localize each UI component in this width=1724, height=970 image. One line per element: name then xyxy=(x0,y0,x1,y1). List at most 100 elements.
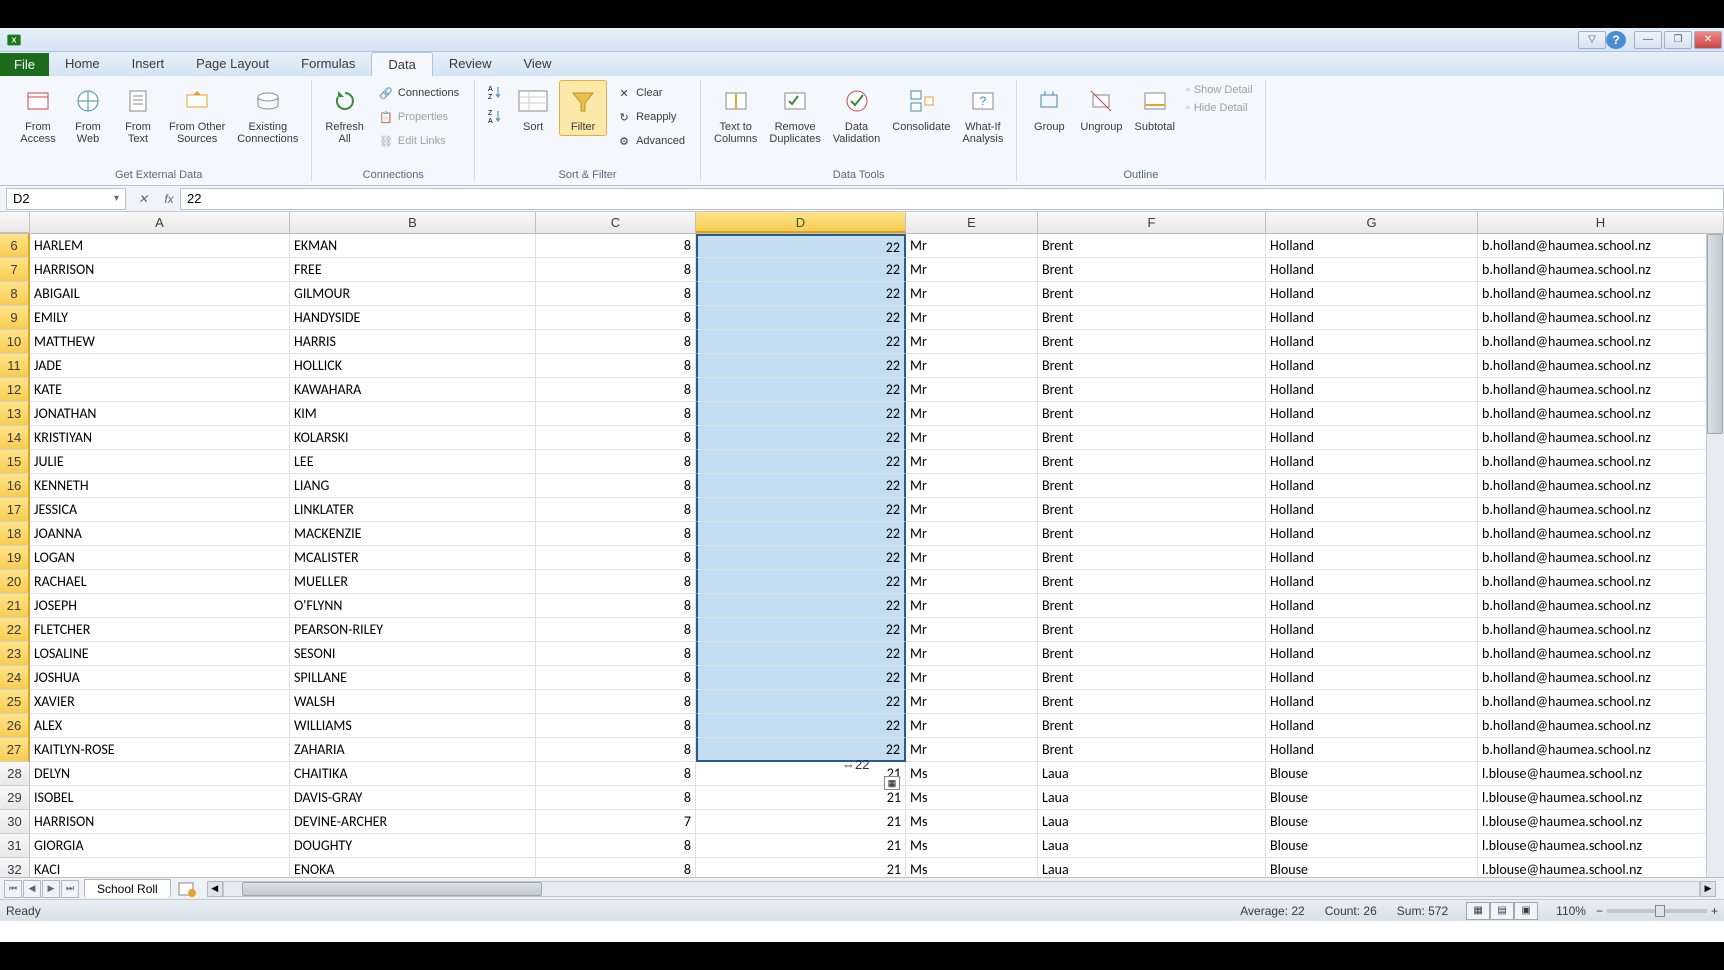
cell[interactable]: Mr xyxy=(906,738,1038,762)
sort-desc-button[interactable]: ZA xyxy=(485,106,505,126)
cell[interactable]: KAITLYN-ROSE xyxy=(30,738,290,762)
autofill-options-button[interactable]: ▦ xyxy=(884,776,900,790)
help-button[interactable]: ? xyxy=(1606,31,1626,49)
cell[interactable]: 22 xyxy=(696,306,906,330)
zoom-slider[interactable] xyxy=(1607,909,1707,913)
cell[interactable]: Holland xyxy=(1266,474,1478,498)
cell[interactable]: Holland xyxy=(1266,282,1478,306)
cell[interactable]: b.holland@haumea.school.nz xyxy=(1478,306,1724,330)
cell[interactable]: 8 xyxy=(536,402,696,426)
window-restore-button[interactable]: ❐ xyxy=(1664,31,1692,49)
zoom-out-button[interactable]: − xyxy=(1596,904,1603,918)
cell[interactable]: b.holland@haumea.school.nz xyxy=(1478,378,1724,402)
cell[interactable]: LINKLATER xyxy=(290,498,536,522)
from-web-button[interactable]: FromWeb xyxy=(64,80,112,148)
cell[interactable]: Laua xyxy=(1038,762,1266,786)
row-header[interactable]: 29 xyxy=(0,786,30,810)
cell[interactable]: Brent xyxy=(1038,402,1266,426)
cell[interactable]: 22 xyxy=(696,450,906,474)
cell[interactable]: 22 xyxy=(696,330,906,354)
row-header[interactable]: 15 xyxy=(0,450,30,474)
cell[interactable]: Blouse xyxy=(1266,786,1478,810)
cell[interactable]: LOSALINE xyxy=(30,642,290,666)
cell[interactable]: Brent xyxy=(1038,330,1266,354)
cell[interactable]: Mr xyxy=(906,354,1038,378)
cell[interactable]: GILMOUR xyxy=(290,282,536,306)
cell[interactable]: Brent xyxy=(1038,642,1266,666)
cell[interactable]: Holland xyxy=(1266,642,1478,666)
row-header[interactable]: 6 xyxy=(0,234,30,258)
select-all-corner[interactable] xyxy=(0,212,30,233)
cell[interactable]: JADE xyxy=(30,354,290,378)
cell[interactable]: b.holland@haumea.school.nz xyxy=(1478,450,1724,474)
cell[interactable]: Ms xyxy=(906,834,1038,858)
sheet-tab[interactable]: School Roll xyxy=(84,879,171,898)
row-header[interactable]: 26 xyxy=(0,714,30,738)
tab-data[interactable]: Data xyxy=(371,52,432,76)
cell[interactable]: KENNETH xyxy=(30,474,290,498)
column-header-C[interactable]: C xyxy=(536,212,696,233)
cell[interactable]: b.holland@haumea.school.nz xyxy=(1478,474,1724,498)
row-header[interactable]: 24 xyxy=(0,666,30,690)
cell[interactable]: 22 xyxy=(696,666,906,690)
cell[interactable]: Mr xyxy=(906,378,1038,402)
cell[interactable]: HARLEM xyxy=(30,234,290,258)
cell[interactable]: PEARSON-RILEY xyxy=(290,618,536,642)
cell[interactable]: b.holland@haumea.school.nz xyxy=(1478,738,1724,762)
cell[interactable]: Mr xyxy=(906,618,1038,642)
cell[interactable]: DAVIS-GRAY xyxy=(290,786,536,810)
cell[interactable]: Mr xyxy=(906,402,1038,426)
cell[interactable]: Holland xyxy=(1266,666,1478,690)
consolidate-button[interactable]: Consolidate xyxy=(887,80,955,136)
cell[interactable]: 8 xyxy=(536,474,696,498)
column-header-E[interactable]: E xyxy=(906,212,1038,233)
cell[interactable]: b.holland@haumea.school.nz xyxy=(1478,402,1724,426)
cell[interactable]: 8 xyxy=(536,354,696,378)
cell[interactable]: O'FLYNN xyxy=(290,594,536,618)
cell[interactable]: 8 xyxy=(536,498,696,522)
cell[interactable]: b.holland@haumea.school.nz xyxy=(1478,642,1724,666)
cell[interactable]: 7 xyxy=(536,810,696,834)
cell[interactable]: Holland xyxy=(1266,618,1478,642)
cell[interactable]: b.holland@haumea.school.nz xyxy=(1478,282,1724,306)
cell[interactable]: Blouse xyxy=(1266,762,1478,786)
cell[interactable]: KACI xyxy=(30,858,290,877)
cell[interactable]: 22 xyxy=(696,402,906,426)
cell[interactable]: Mr xyxy=(906,426,1038,450)
cell[interactable]: DEVINE-ARCHER xyxy=(290,810,536,834)
row-header[interactable]: 30 xyxy=(0,810,30,834)
text-to-columns-button[interactable]: Text toColumns xyxy=(709,80,762,148)
cell[interactable]: 8 xyxy=(536,834,696,858)
cell[interactable]: Ms xyxy=(906,786,1038,810)
cell[interactable]: Mr xyxy=(906,642,1038,666)
cell[interactable]: CHAITIKA xyxy=(290,762,536,786)
cell[interactable]: Brent xyxy=(1038,690,1266,714)
name-box[interactable]: D2▾ xyxy=(6,188,126,210)
sort-asc-button[interactable]: AZ xyxy=(485,82,505,102)
tab-home[interactable]: Home xyxy=(49,52,116,76)
cell[interactable]: 22 xyxy=(696,234,906,258)
cell[interactable]: Holland xyxy=(1266,570,1478,594)
view-normal-button[interactable]: ▦ xyxy=(1466,902,1490,920)
cell[interactable]: ZAHARIA xyxy=(290,738,536,762)
cell[interactable]: Laua xyxy=(1038,810,1266,834)
cell[interactable]: ENOKA xyxy=(290,858,536,877)
cell[interactable]: 8 xyxy=(536,594,696,618)
cell[interactable]: b.holland@haumea.school.nz xyxy=(1478,546,1724,570)
cell[interactable]: JOSHUA xyxy=(30,666,290,690)
window-close-button[interactable]: ✕ xyxy=(1694,31,1722,49)
remove-duplicates-button[interactable]: RemoveDuplicates xyxy=(764,80,825,148)
cell[interactable]: b.holland@haumea.school.nz xyxy=(1478,594,1724,618)
cell[interactable]: b.holland@haumea.school.nz xyxy=(1478,690,1724,714)
cell[interactable]: ABIGAIL xyxy=(30,282,290,306)
cell[interactable]: HARRISON xyxy=(30,258,290,282)
from-text-button[interactable]: FromText xyxy=(114,80,162,148)
existing-connections-button[interactable]: ExistingConnections xyxy=(232,80,303,148)
group-button[interactable]: Group xyxy=(1025,80,1073,136)
cell[interactable]: Brent xyxy=(1038,234,1266,258)
cell[interactable]: HARRIS xyxy=(290,330,536,354)
cell[interactable]: Mr xyxy=(906,546,1038,570)
cell[interactable]: 8 xyxy=(536,738,696,762)
cell[interactable]: 8 xyxy=(536,570,696,594)
cell[interactable]: HANDYSIDE xyxy=(290,306,536,330)
